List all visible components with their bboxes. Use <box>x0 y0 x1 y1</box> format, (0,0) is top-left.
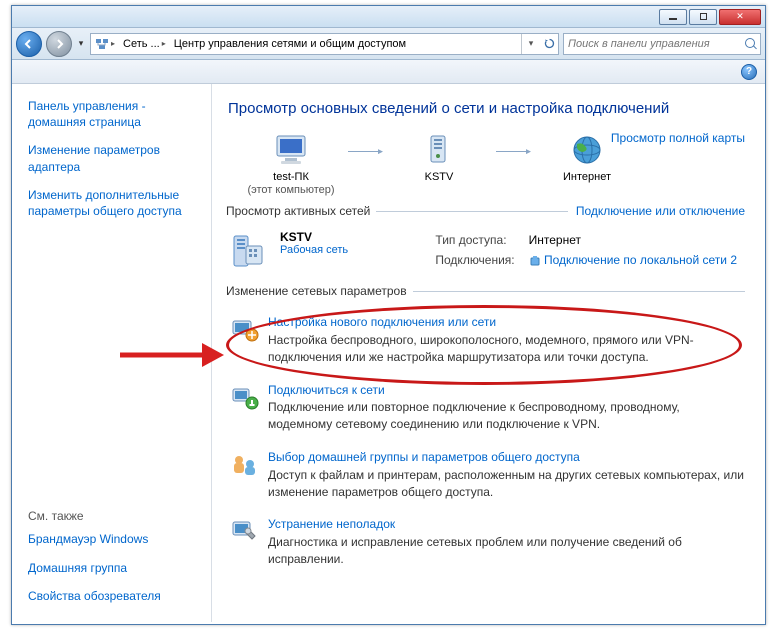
see-also-internet-options[interactable]: Свойства обозревателя <box>20 584 203 608</box>
page-title: Просмотр основных сведений о сети и наст… <box>228 100 743 117</box>
main-content: Просмотр основных сведений о сети и наст… <box>212 84 765 622</box>
breadcrumb-label: Центр управления сетями и общим доступом <box>174 38 406 50</box>
network-properties: Тип доступа: Интернет Подключения: Подкл… <box>427 230 745 272</box>
troubleshoot-icon <box>230 517 260 547</box>
address-dropdown-button[interactable]: ▾ <box>522 34 540 54</box>
minimize-button[interactable] <box>659 9 687 25</box>
node-label: test-ПК <box>273 171 309 184</box>
task-troubleshoot[interactable]: Устранение неполадок Диагностика и испра… <box>222 510 749 577</box>
sharing-icon <box>230 450 260 480</box>
task-description: Настройка беспроводного, широкополосного… <box>268 332 745 366</box>
active-network-row: KSTV Рабочая сеть Тип доступа: Интернет … <box>222 224 749 272</box>
breadcrumb-item-1[interactable]: Сеть ... ▸ <box>119 38 170 50</box>
network-map: Просмотр полной карты test-ПК (этот комп… <box>222 131 745 196</box>
breadcrumb-item-2[interactable]: Центр управления сетями и общим доступом <box>170 38 410 50</box>
task-setup-new-connection[interactable]: Настройка нового подключения или сети На… <box>222 308 749 375</box>
help-button[interactable]: ? <box>741 64 757 80</box>
task-description: Подключение или повторное подключение к … <box>268 399 745 433</box>
search-icon <box>745 38 756 50</box>
section-label: Изменение сетевых параметров <box>226 284 407 298</box>
refresh-button[interactable] <box>540 34 558 54</box>
arrow-left-icon <box>23 38 35 50</box>
task-homegroup-sharing[interactable]: Выбор домашней группы и параметров общег… <box>222 443 749 510</box>
ethernet-icon <box>529 255 541 267</box>
see-also-homegroup[interactable]: Домашняя группа <box>20 556 203 580</box>
server-icon <box>419 132 459 168</box>
full-map-link[interactable]: Просмотр полной карты <box>611 131 745 145</box>
sidebar: Панель управления - домашняя страница Из… <box>12 84 212 622</box>
access-type-value: Интернет <box>523 232 743 250</box>
back-button[interactable] <box>16 31 42 57</box>
control-panel-window: ✕ ▾ ▸ Сеть ... ▸ Центр управления сетями… <box>11 5 766 625</box>
task-description: Диагностика и исправление сетевых пробле… <box>268 534 745 568</box>
sidebar-link-adapter-settings[interactable]: Изменение параметров адаптера <box>20 138 203 178</box>
see-also-header: См. также <box>20 503 203 527</box>
access-type-label: Тип доступа: <box>429 232 520 250</box>
sidebar-link-advanced-sharing[interactable]: Изменить дополнительные параметры общего… <box>20 183 203 223</box>
maximize-button[interactable] <box>689 9 717 25</box>
arrow-right-icon <box>53 38 65 50</box>
network-center-icon <box>95 37 109 51</box>
connect-network-icon <box>230 383 260 413</box>
active-networks-header: Просмотр активных сетей Подключение или … <box>226 204 745 218</box>
task-connect-to-network[interactable]: Подключиться к сети Подключение или повт… <box>222 376 749 443</box>
breadcrumb-label: Сеть ... <box>123 38 160 50</box>
connect-disconnect-link[interactable]: Подключение или отключение <box>568 204 745 218</box>
new-connection-icon <box>230 315 260 345</box>
computer-icon <box>271 132 311 168</box>
task-description: Доступ к файлам и принтерам, расположенн… <box>268 467 745 501</box>
change-settings-header: Изменение сетевых параметров <box>226 284 745 298</box>
globe-icon <box>567 132 607 168</box>
task-title[interactable]: Подключиться к сети <box>268 382 745 399</box>
task-title[interactable]: Настройка нового подключения или сети <box>268 314 745 331</box>
task-title[interactable]: Выбор домашней группы и параметров общег… <box>268 449 745 466</box>
node-label: KSTV <box>425 171 454 184</box>
address-bar[interactable]: ▸ Сеть ... ▸ Центр управления сетями и о… <box>90 33 559 55</box>
search-input[interactable] <box>568 38 741 50</box>
node-sublabel: (этот компьютер) <box>247 184 334 196</box>
see-also-firewall[interactable]: Брандмауэр Windows <box>20 527 203 551</box>
map-node-this-pc[interactable]: test-ПК (этот компьютер) <box>236 131 346 196</box>
forward-button[interactable] <box>46 31 72 57</box>
map-node-network[interactable]: KSTV <box>384 131 494 196</box>
sidebar-link-home[interactable]: Панель управления - домашняя страница <box>20 94 203 134</box>
network-category-link[interactable]: Рабочая сеть <box>280 244 348 256</box>
map-connector <box>348 151 382 152</box>
task-title[interactable]: Устранение неполадок <box>268 516 745 533</box>
close-button[interactable]: ✕ <box>719 9 761 25</box>
toolbar: ? <box>12 60 765 84</box>
title-bar[interactable]: ✕ <box>12 6 765 28</box>
connection-link[interactable]: Подключение по локальной сети 2 <box>544 253 737 267</box>
node-label: Интернет <box>563 171 611 184</box>
network-name: KSTV <box>280 230 348 244</box>
section-label: Просмотр активных сетей <box>226 204 370 218</box>
refresh-icon <box>544 38 555 49</box>
breadcrumb-icon[interactable]: ▸ <box>91 37 119 51</box>
connections-label: Подключения: <box>429 252 520 270</box>
task-list: Настройка нового подключения или сети На… <box>222 304 749 578</box>
map-connector <box>496 151 530 152</box>
search-box[interactable] <box>563 33 761 55</box>
work-network-icon <box>226 230 268 272</box>
nav-bar: ▾ ▸ Сеть ... ▸ Центр управления сетями и… <box>12 28 765 60</box>
history-dropdown-button[interactable]: ▾ <box>76 36 86 52</box>
